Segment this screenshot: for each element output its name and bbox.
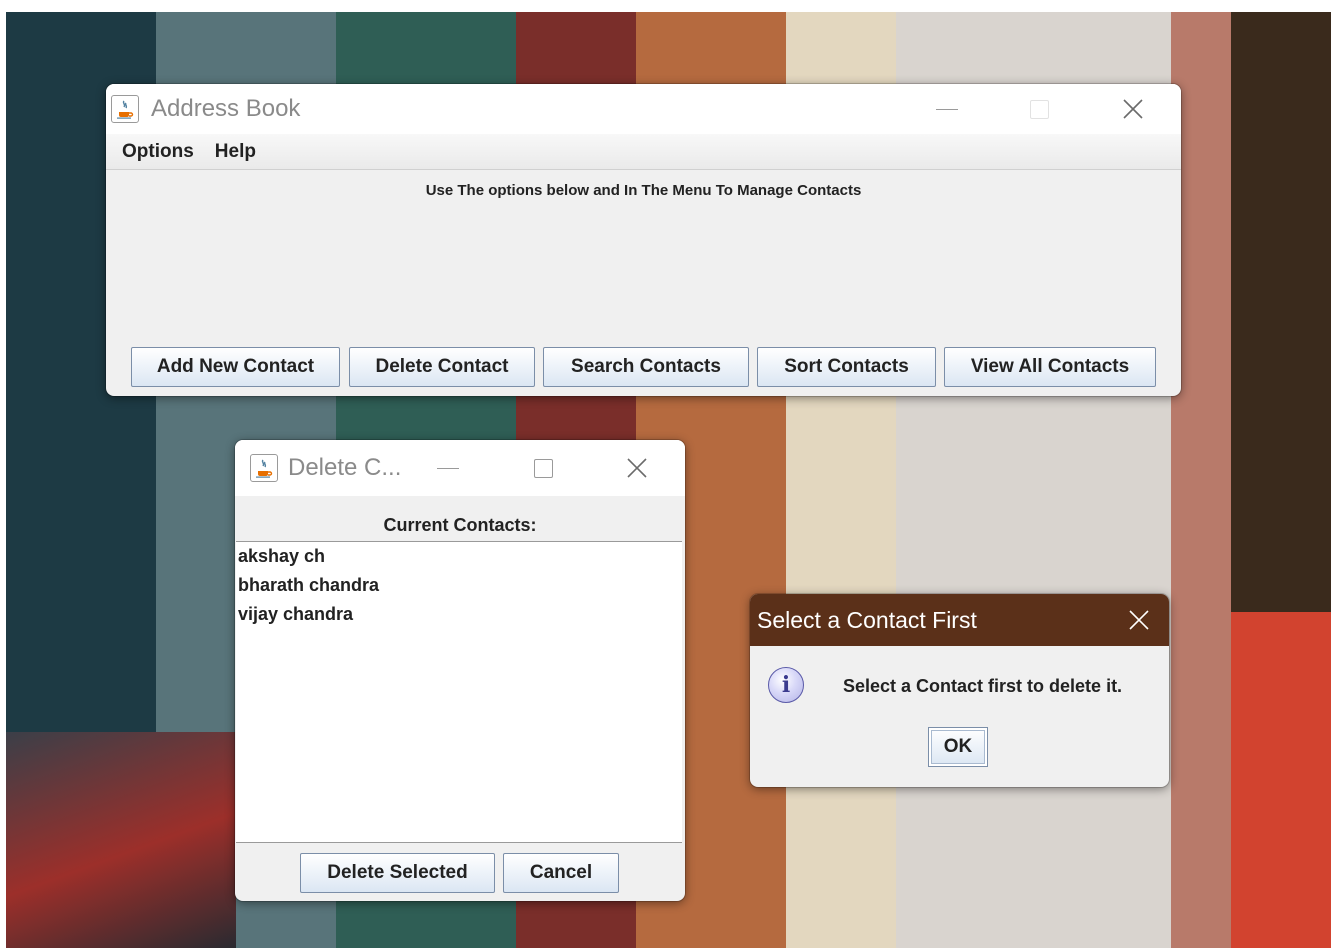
- search-contacts-button[interactable]: Search Contacts: [543, 347, 749, 387]
- wallpaper-building: [6, 732, 236, 948]
- delete-window-titlebar[interactable]: Delete C...: [235, 440, 685, 496]
- close-icon[interactable]: [1116, 594, 1162, 646]
- current-contacts-label: Current Contacts:: [383, 515, 537, 535]
- dialog-titlebar[interactable]: Select a Contact First: [750, 594, 1169, 646]
- delete-contact-window: Delete C... Current Contacts: akshay ch …: [235, 440, 685, 901]
- dialog-message: Select a Contact first to delete it.: [843, 676, 1123, 696]
- message-dialog: Select a Contact First i Select a Contac…: [750, 594, 1169, 787]
- java-app-icon: [111, 95, 139, 123]
- address-book-window: Address Book Options Help Use The option…: [106, 84, 1181, 396]
- address-book-titlebar[interactable]: Address Book: [106, 84, 1181, 134]
- view-all-contacts-button[interactable]: View All Contacts: [944, 347, 1156, 387]
- cancel-button[interactable]: Cancel: [503, 853, 619, 893]
- contact-list[interactable]: akshay ch bharath chandra vijay chandra: [236, 541, 682, 843]
- menu-bar: Options Help: [106, 134, 1181, 170]
- java-app-icon: [250, 454, 278, 482]
- information-icon: i: [768, 667, 804, 703]
- maximize-icon[interactable]: [520, 440, 566, 496]
- minimize-icon[interactable]: [425, 440, 471, 496]
- sort-contacts-button[interactable]: Sort Contacts: [757, 347, 936, 387]
- instructions-label: Use The options below and In The Menu To…: [425, 182, 862, 199]
- list-item[interactable]: akshay ch: [236, 542, 682, 571]
- wallpaper-building: [1231, 12, 1331, 612]
- menu-help[interactable]: Help: [215, 141, 256, 163]
- delete-contact-button[interactable]: Delete Contact: [349, 347, 535, 387]
- window-title: Address Book: [151, 95, 301, 122]
- close-icon[interactable]: [614, 440, 660, 496]
- list-item[interactable]: vijay chandra: [236, 600, 682, 629]
- maximize-icon: [1016, 84, 1062, 134]
- delete-selected-button[interactable]: Delete Selected: [300, 853, 495, 893]
- dialog-title: Select a Contact First: [757, 606, 977, 633]
- list-item[interactable]: bharath chandra: [236, 571, 682, 600]
- wallpaper-building: [1231, 612, 1331, 948]
- ok-button[interactable]: OK: [928, 727, 988, 767]
- add-new-contact-button[interactable]: Add New Contact: [131, 347, 340, 387]
- menu-options[interactable]: Options: [122, 141, 194, 163]
- minimize-icon[interactable]: [924, 84, 970, 134]
- window-title: Delete C...: [288, 454, 402, 481]
- close-icon[interactable]: [1110, 84, 1156, 134]
